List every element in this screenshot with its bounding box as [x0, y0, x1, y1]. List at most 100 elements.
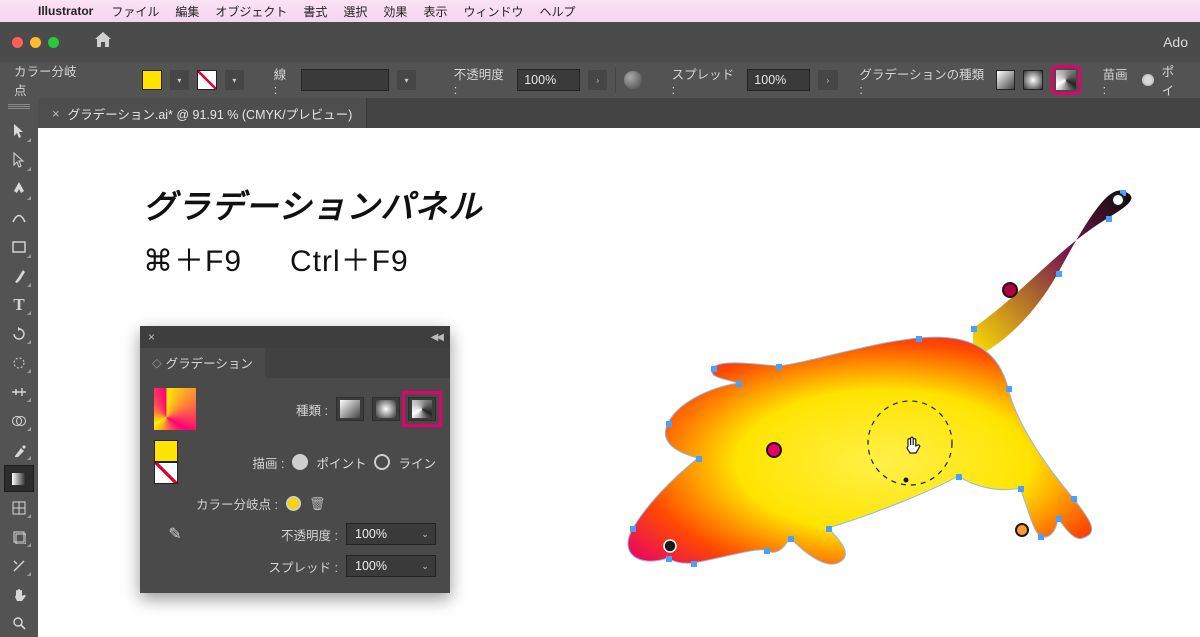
- mesh-tool[interactable]: [4, 494, 34, 521]
- menu-window[interactable]: ウィンドウ: [455, 3, 531, 20]
- cat-tail: [973, 190, 1131, 358]
- color-point-black-left[interactable]: [664, 540, 676, 552]
- document-tab[interactable]: × グラデーション.ai* @ 91.91 % (CMYK/プレビュー): [38, 98, 367, 128]
- curvature-tool[interactable]: [4, 205, 34, 232]
- direct-select-tool[interactable]: [4, 147, 34, 174]
- annotation-title: グラデーションパネル: [143, 180, 482, 228]
- gradient-preview[interactable]: [154, 388, 196, 430]
- menu-file[interactable]: ファイル: [103, 3, 167, 20]
- panel-close-icon[interactable]: ×: [148, 330, 155, 344]
- menu-select[interactable]: 選択: [335, 3, 375, 20]
- app-titlebar: Ado: [0, 22, 1200, 62]
- artwork-cat[interactable]: [578, 188, 1148, 588]
- separator: [615, 67, 616, 93]
- point-radio[interactable]: [1142, 74, 1154, 86]
- opacity-input[interactable]: 100%: [517, 69, 580, 91]
- stroke-swatch-menu[interactable]: ▾: [225, 70, 244, 90]
- scale-tool[interactable]: [4, 349, 34, 376]
- panel-tabrow: ◇グラデーション: [140, 348, 450, 378]
- color-point-tailtip[interactable]: [1112, 194, 1124, 206]
- gradient-radial-button[interactable]: [1023, 70, 1043, 90]
- workspace: T × グラデーション.ai* @ 91.91 % (CMYK/プレビュー) グ…: [0, 98, 1200, 637]
- pen-tool[interactable]: [4, 176, 34, 203]
- rectangle-tool[interactable]: [4, 234, 34, 261]
- eyedropper-icon[interactable]: ✎: [168, 524, 181, 544]
- panel-spread-input[interactable]: 100%⌄: [346, 555, 436, 577]
- colorstop-icon[interactable]: [286, 496, 301, 511]
- options-bar: カラー分岐点 ▾ ▾ 線 : ▾ 不透明度 : 100% › スプレッド : 1…: [0, 62, 1200, 98]
- gradient-linear-button[interactable]: [996, 70, 1016, 90]
- gradient-type-label: グラデーションの種類 :: [859, 64, 987, 97]
- menu-object[interactable]: オブジェクト: [207, 3, 295, 20]
- rotate-tool[interactable]: [4, 320, 34, 347]
- panel-spread-label: スプレッド :: [269, 557, 338, 576]
- stroke-weight-input[interactable]: [301, 69, 389, 91]
- panel-body: 種類 : 描画 : ポイント ライン: [140, 378, 450, 593]
- point-label: ポイ: [1162, 61, 1186, 99]
- window-controls: [0, 37, 71, 48]
- selection-tool[interactable]: [4, 118, 34, 145]
- stroke-weight-menu[interactable]: ▾: [397, 70, 416, 90]
- slice-tool[interactable]: [4, 552, 34, 579]
- panel-header[interactable]: × ◀◀: [140, 326, 450, 348]
- menu-help[interactable]: ヘルプ: [531, 3, 583, 20]
- panel-fill-swatch[interactable]: [154, 440, 178, 462]
- colorstop-label: カラー分岐点: [14, 61, 87, 99]
- fill-swatch-menu[interactable]: ▾: [170, 70, 189, 90]
- sphere-icon[interactable]: [624, 71, 642, 89]
- width-tool[interactable]: [4, 378, 34, 405]
- color-point-orange[interactable]: [1016, 524, 1028, 536]
- panel-opacity-value: 100%: [347, 527, 415, 541]
- trash-icon[interactable]: 🗑: [309, 496, 326, 512]
- panel-grip[interactable]: [8, 104, 30, 110]
- menu-app-name[interactable]: Illustrator: [28, 4, 103, 18]
- colorstop-panel-label: カラー分岐点 :: [196, 494, 278, 513]
- stroke-swatch[interactable]: [197, 70, 217, 90]
- brush-tool[interactable]: [4, 263, 34, 290]
- document-tab-label: グラデーション.ai* @ 91.91 % (CMYK/プレビュー): [68, 104, 353, 123]
- draw-line-radio[interactable]: [374, 454, 390, 470]
- artboard-tool[interactable]: [4, 523, 34, 550]
- type-freeform-button[interactable]: [408, 397, 436, 421]
- type-tool[interactable]: T: [4, 292, 34, 319]
- panel-collapse-icon[interactable]: ◀◀: [431, 332, 442, 343]
- minimize-window-button[interactable]: [30, 37, 41, 48]
- eyedropper-tool[interactable]: [4, 436, 34, 463]
- menu-edit[interactable]: 編集: [167, 3, 207, 20]
- opacity-menu[interactable]: ›: [588, 70, 607, 90]
- type-linear-button[interactable]: [336, 397, 364, 421]
- zoom-tool[interactable]: [4, 610, 34, 637]
- fill-swatch[interactable]: [142, 70, 162, 90]
- zoom-window-button[interactable]: [48, 37, 59, 48]
- spread-menu[interactable]: ›: [818, 70, 837, 90]
- panel-stroke-swatch[interactable]: [154, 462, 178, 484]
- annotation-shortcuts: ⌘＋F9Ctrl＋F9: [143, 236, 409, 280]
- stroke-paint-label: 苗画 :: [1103, 64, 1134, 97]
- canvas[interactable]: グラデーションパネル ⌘＋F9Ctrl＋F9 × ◀◀ ◇グラデーション 種類 …: [38, 128, 1200, 637]
- document-tabstrip: × グラデーション.ai* @ 91.91 % (CMYK/プレビュー): [38, 98, 1200, 128]
- hand-tool[interactable]: [4, 581, 34, 608]
- type-radial-button[interactable]: [372, 397, 400, 421]
- spread-label: スプレッド :: [672, 64, 740, 97]
- menu-view[interactable]: 表示: [415, 3, 455, 20]
- menu-effect[interactable]: 効果: [375, 3, 415, 20]
- gradient-panel-tab[interactable]: ◇グラデーション: [140, 348, 265, 378]
- close-window-button[interactable]: [12, 37, 23, 48]
- color-point-darkred[interactable]: [1003, 283, 1017, 297]
- menu-type[interactable]: 書式: [295, 3, 335, 20]
- draw-line-label: ライン: [398, 453, 436, 472]
- home-icon[interactable]: [93, 31, 113, 54]
- shortcut-win: Ctrl＋F9: [290, 245, 409, 278]
- opacity-value: 100%: [524, 73, 556, 87]
- spread-value: 100%: [754, 73, 786, 87]
- draw-point-radio[interactable]: [292, 454, 308, 470]
- shape-builder-tool[interactable]: [4, 407, 34, 434]
- panel-opacity-input[interactable]: 100%⌄: [346, 523, 436, 545]
- color-point-magenta[interactable]: [767, 443, 781, 457]
- opacity-label: 不透明度 :: [454, 64, 510, 97]
- gradient-freeform-button[interactable]: [1056, 70, 1076, 90]
- spread-input[interactable]: 100%: [747, 69, 810, 91]
- gradient-tool[interactable]: [4, 465, 34, 492]
- gradient-panel[interactable]: × ◀◀ ◇グラデーション 種類 :: [140, 326, 450, 593]
- close-tab-icon[interactable]: ×: [52, 106, 60, 121]
